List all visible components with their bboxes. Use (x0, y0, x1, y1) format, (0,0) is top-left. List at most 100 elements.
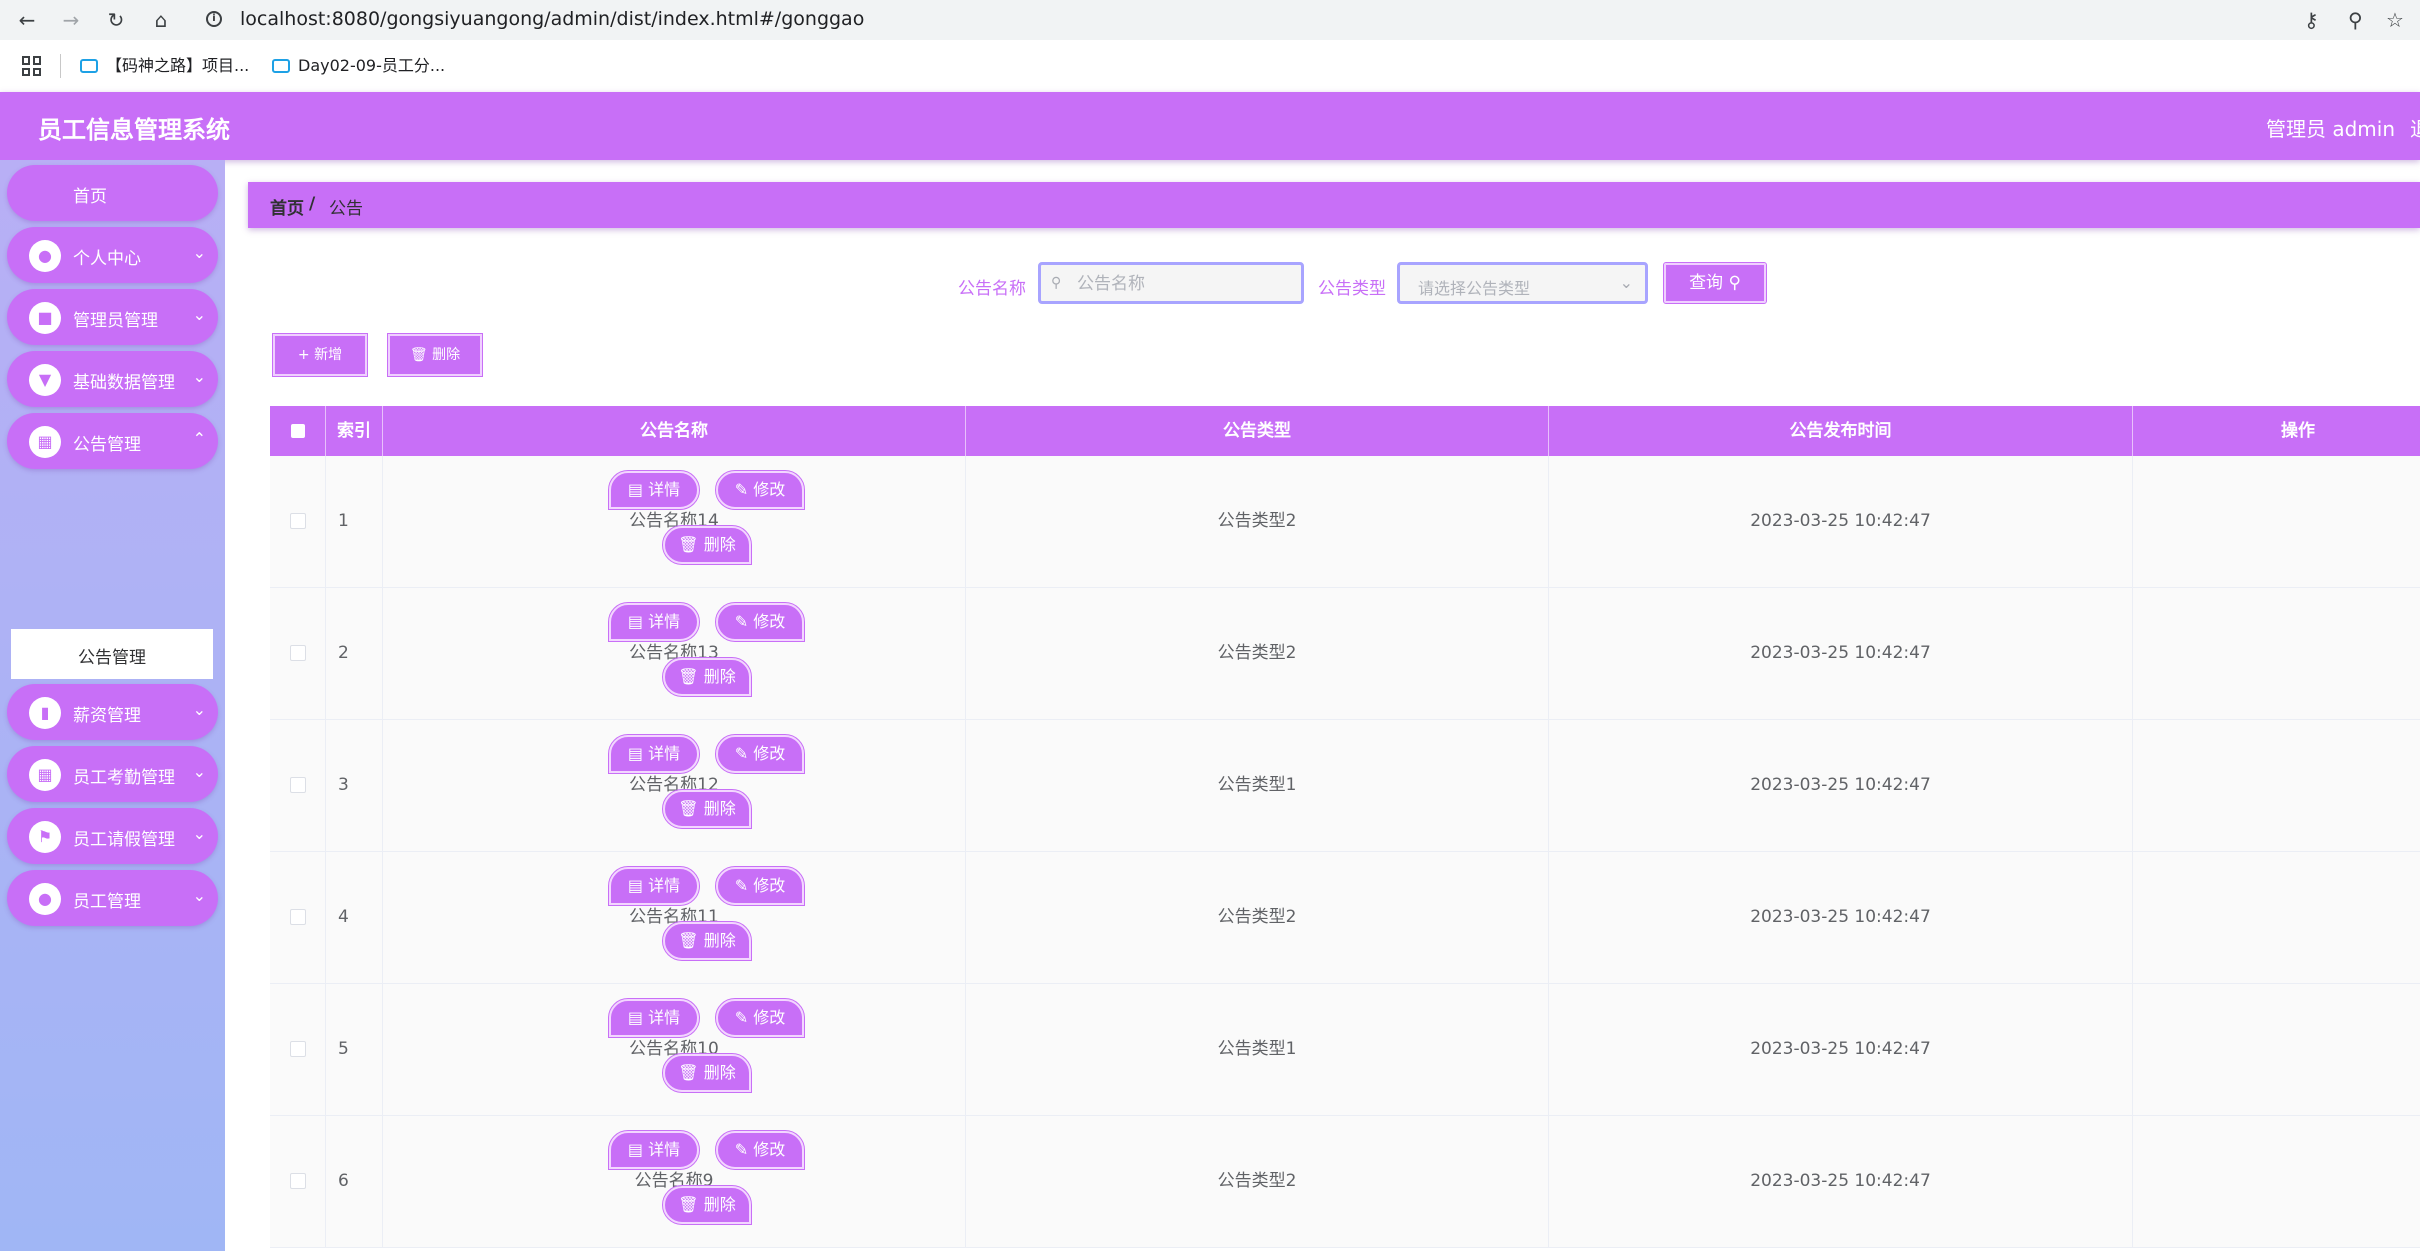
sidebar-item-employee-management[interactable]: ● 员工管理 ⌄ (7, 870, 218, 926)
delete-button[interactable]: 🗑 删除 (662, 921, 752, 961)
plus-icon: + (297, 347, 310, 363)
delete-button[interactable]: 🗑 删除 (662, 1185, 752, 1225)
chevron-down-icon: ⌄ (192, 886, 206, 905)
address-bar[interactable]: i localhost:8080/gongsiyuangong/admin/di… (196, 4, 2420, 36)
site-info-icon[interactable]: i (206, 11, 222, 27)
sidebar-item-label: 员工管理 (73, 892, 141, 912)
sidebar-item-label: 公告管理 (73, 435, 141, 455)
edit-button[interactable]: ✎ 修改 (715, 602, 805, 642)
delete-button[interactable]: 🗑 删除 (662, 789, 752, 829)
row-actions (2133, 456, 2420, 587)
breadcrumb-home[interactable]: 首页 (270, 194, 304, 219)
row-notice-type: 公告类型1 (966, 984, 1549, 1115)
row-checkbox[interactable] (270, 456, 326, 587)
sidebar-item-salary-management[interactable]: ▮ 薪资管理 ⌄ (7, 684, 218, 740)
home-icon[interactable]: ⌂ (148, 7, 174, 33)
query-button[interactable]: 查询 ⚲ (1663, 262, 1767, 304)
detail-button[interactable]: ▤ 详情 (608, 470, 700, 510)
column-header-name: 公告名称 (383, 406, 966, 456)
row-checkbox[interactable] (270, 588, 326, 719)
delete-button-label: 删除 (703, 931, 736, 950)
table-row: 2 公告名称13 公告类型2 2023-03-25 10:42:47 ▤ 详情 ✎ 修改 🗑… (270, 588, 2420, 720)
add-button-label: 新增 (314, 347, 343, 363)
notice-type-select[interactable]: 请选择公告类型 ⌄ (1397, 262, 1648, 304)
delete-button-label: 删除 (703, 799, 736, 818)
sidebar-item-base-data[interactable]: ▼ 基础数据管理 ⌄ (7, 351, 218, 407)
detail-button[interactable]: ▤ 详情 (608, 866, 700, 906)
edit-button[interactable]: ✎ 修改 (715, 998, 805, 1038)
logout-link[interactable]: 退 (2410, 113, 2420, 142)
back-icon[interactable]: ← (14, 7, 40, 33)
user-icon: ● (29, 240, 61, 272)
forward-icon[interactable]: → (58, 7, 84, 33)
sidebar-item-admin-management[interactable]: ■ 管理员管理 ⌄ (7, 289, 218, 345)
sidebar-item-label: 员工考勤管理 (73, 768, 175, 788)
row-checkbox[interactable] (270, 852, 326, 983)
sidebar-item-attendance-management[interactable]: ▦ 员工考勤管理 ⌄ (7, 746, 218, 802)
chevron-down-icon: ⌄ (192, 700, 206, 719)
row-checkbox[interactable] (270, 1116, 326, 1247)
bookmark-item-2[interactable]: Day02-09-员工分... (272, 54, 445, 78)
apps-grid-icon[interactable] (22, 56, 42, 76)
bookmark-item-1[interactable]: 【码神之路】项目... (80, 54, 249, 78)
batch-delete-button[interactable]: 🗑 删除 (387, 333, 483, 377)
notice-type-placeholder: 请选择公告类型 (1418, 279, 1531, 298)
notice-type-label: 公告类型 (1318, 279, 1386, 299)
edit-button-label: 修改 (753, 1140, 786, 1159)
detail-button-label: 详情 (648, 1140, 681, 1159)
delete-button[interactable]: 🗑 删除 (662, 657, 752, 697)
submenu-label: 公告管理 (78, 648, 146, 668)
search-icon: ⚲ (1051, 275, 1062, 291)
row-checkbox[interactable] (270, 720, 326, 851)
detail-button[interactable]: ▤ 详情 (608, 998, 700, 1038)
bookmark-star-icon[interactable]: ☆ (2386, 7, 2404, 33)
notice-name-input[interactable] (1075, 271, 1299, 297)
detail-button[interactable]: ▤ 详情 (608, 734, 700, 774)
zoom-icon[interactable]: ⚲ (2348, 7, 2363, 33)
row-index: 1 (326, 456, 383, 587)
detail-button[interactable]: ▤ 详情 (608, 602, 700, 642)
delete-button[interactable]: 🗑 删除 (662, 1053, 752, 1093)
url-text[interactable]: localhost:8080/gongsiyuangong/admin/dist… (240, 8, 864, 30)
edit-button-label: 修改 (753, 1008, 786, 1027)
delete-button-label: 删除 (703, 1195, 736, 1214)
edit-button[interactable]: ✎ 修改 (715, 1130, 805, 1170)
row-actions (2133, 984, 2420, 1115)
table-header: 索引 公告名称 公告类型 公告发布时间 操作 (270, 406, 2420, 456)
delete-button-label: 删除 (703, 535, 736, 554)
row-publish-time: 2023-03-25 10:42:47 (1549, 456, 2133, 587)
password-key-icon[interactable]: ⚷ (2304, 7, 2319, 33)
detail-button-label: 详情 (648, 1008, 681, 1027)
edit-button[interactable]: ✎ 修改 (715, 470, 805, 510)
sidebar-item-label: 员工请假管理 (73, 830, 175, 850)
browser-toolbar: ← → ↻ ⌂ i localhost:8080/gongsiyuangong/… (0, 0, 2420, 40)
chevron-down-icon: ⌄ (192, 824, 206, 843)
select-all-checkbox[interactable] (270, 406, 326, 456)
sidebar-item-label: 首页 (73, 187, 107, 207)
breadcrumb-separator: / (309, 194, 316, 214)
delete-button[interactable]: 🗑 删除 (662, 525, 752, 565)
edit-button[interactable]: ✎ 修改 (715, 866, 805, 906)
bookmarks-bar: 【码神之路】项目... Day02-09-员工分... (0, 40, 2420, 93)
chart-icon: ▮ (29, 697, 61, 729)
chevron-down-icon: ⌄ (192, 305, 206, 324)
pencil-icon: ✎ (734, 1008, 749, 1027)
add-button[interactable]: + 新增 (272, 333, 368, 377)
user-icon: ● (29, 883, 61, 915)
bilibili-tv-icon (272, 59, 290, 73)
pencil-icon: ✎ (734, 480, 749, 499)
notice-name-field[interactable]: ⚲ (1038, 262, 1304, 304)
row-checkbox[interactable] (270, 984, 326, 1115)
sidebar-item-notice-management[interactable]: ▦ 公告管理 ⌃ (7, 413, 218, 469)
pencil-icon: ✎ (734, 876, 749, 895)
sidebar-item-personal-center[interactable]: ● 个人中心 ⌄ (7, 227, 218, 283)
edit-button[interactable]: ✎ 修改 (715, 734, 805, 774)
detail-button[interactable]: ▤ 详情 (608, 1130, 700, 1170)
sidebar-item-leave-management[interactable]: ⚑ 员工请假管理 ⌄ (7, 808, 218, 864)
submenu-item-notice-management[interactable]: 公告管理 (11, 629, 213, 679)
sidebar-item-home[interactable]: 首页 (7, 165, 218, 221)
row-notice-type: 公告类型2 (966, 456, 1549, 587)
document-icon: ▤ (627, 876, 643, 895)
reload-icon[interactable]: ↻ (103, 7, 129, 33)
pencil-icon: ✎ (734, 1140, 749, 1159)
